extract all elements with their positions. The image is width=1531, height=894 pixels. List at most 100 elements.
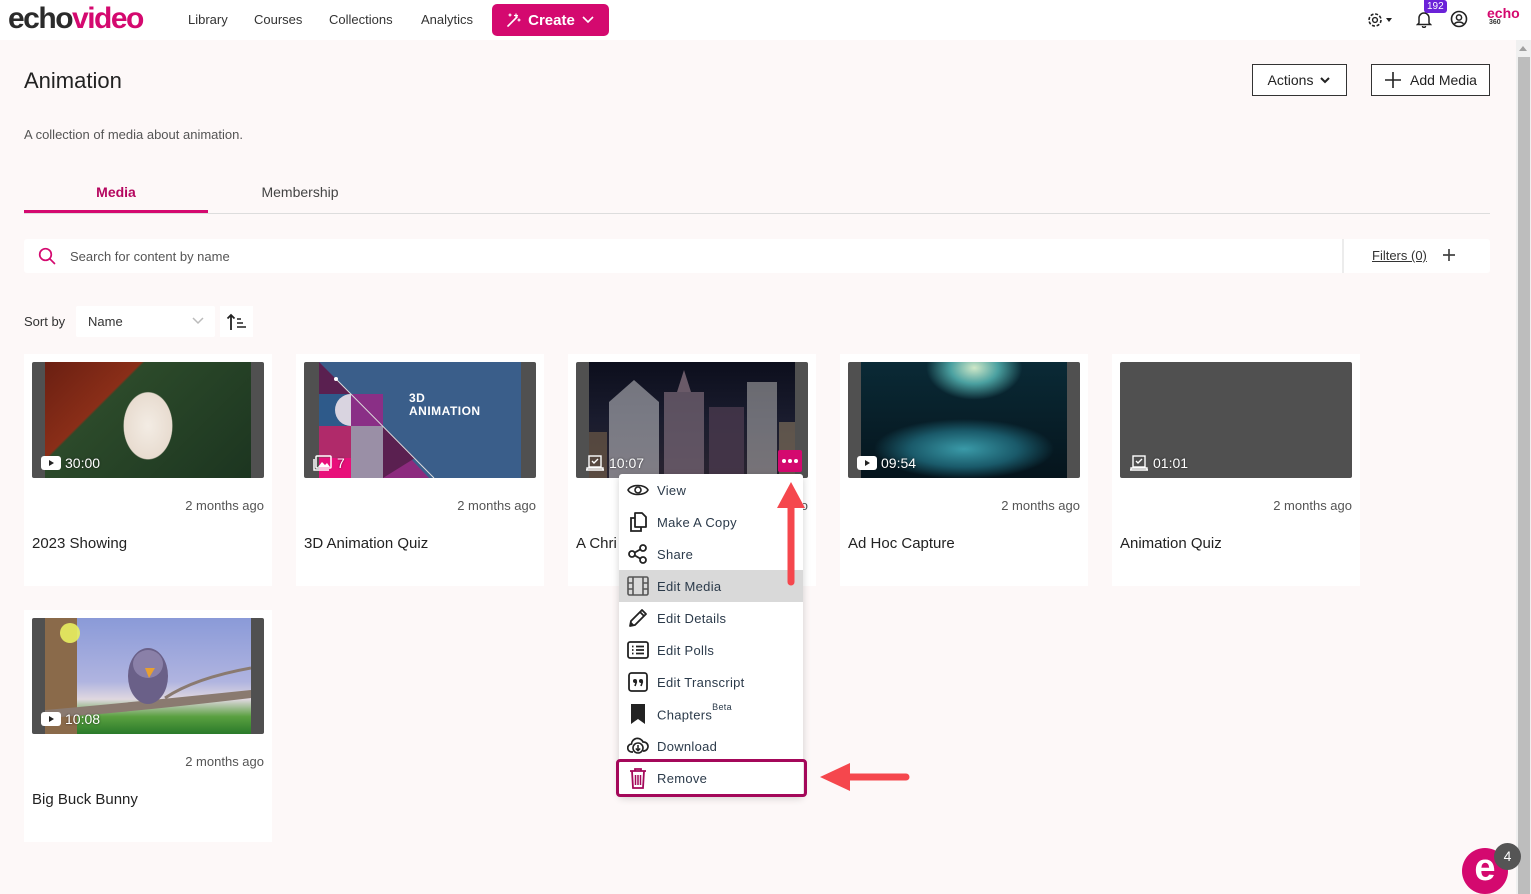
search-icon — [38, 247, 56, 265]
media-thumbnail[interactable]: 10:07 — [576, 362, 808, 478]
media-context-menu: View Make A Copy Share Edit Media Edit D… — [619, 474, 803, 796]
media-card[interactable]: 09:54 2 months ago Ad Hoc Capture — [840, 354, 1088, 586]
sort-select[interactable]: Name — [76, 306, 215, 337]
media-thumbnail[interactable]: 09:54 — [848, 362, 1080, 478]
tab-bar: Media Membership — [24, 176, 1490, 214]
duration-text: 30:00 — [65, 455, 101, 471]
capture-icon — [586, 455, 604, 471]
menu-item-make-a-copy[interactable]: Make A Copy — [619, 506, 803, 538]
video-play-icon — [41, 456, 61, 470]
menu-label: Edit Details — [657, 610, 727, 626]
create-button[interactable]: Create — [492, 4, 609, 36]
menu-item-edit-transcript[interactable]: Edit Transcript — [619, 666, 803, 698]
duration-text: 09:54 — [881, 455, 917, 471]
media-card[interactable]: 10:08 2 months ago Big Buck Bunny — [24, 610, 272, 842]
chevron-down-icon — [582, 16, 594, 24]
duration-text: 10:08 — [65, 711, 101, 727]
nav-analytics[interactable]: Analytics — [421, 12, 473, 27]
duration-overlay: 01:01 — [1129, 455, 1188, 471]
media-thumbnail[interactable]: 30:00 — [32, 362, 264, 478]
media-title[interactable]: A Chri — [576, 535, 617, 552]
search-bar: Filters (0) — [24, 239, 1490, 273]
nav-collections[interactable]: Collections — [329, 12, 393, 27]
chapters-label: Chapters — [657, 707, 713, 723]
copy-icon — [630, 512, 647, 532]
media-card[interactable]: 3D ANIMATION 7 2 months ago 3D Animation … — [296, 354, 544, 586]
user-profile-button[interactable] — [1450, 10, 1468, 33]
search-input[interactable] — [70, 239, 1340, 273]
menu-item-edit-media[interactable]: Edit Media — [619, 570, 803, 602]
tab-membership[interactable]: Membership — [208, 176, 392, 213]
media-title[interactable]: Animation Quiz — [1120, 535, 1222, 552]
more-options-button[interactable] — [778, 450, 802, 472]
plus-icon — [1385, 72, 1402, 88]
notification-badge: 192 — [1424, 0, 1447, 13]
dot-icon — [794, 459, 798, 463]
media-date: 2 months ago — [185, 498, 264, 513]
sort-ascending-icon — [226, 313, 246, 330]
menu-label: Download — [657, 738, 718, 754]
add-filter-plus-icon[interactable] — [1440, 246, 1458, 264]
echo360-logo[interactable]: echo 360 — [1487, 6, 1520, 27]
bookmark-icon — [631, 704, 645, 724]
media-date: 2 months ago — [1273, 498, 1352, 513]
chat-badge: 4 — [1494, 843, 1521, 870]
dot-icon — [788, 459, 792, 463]
echovideo-logo[interactable]: echovideo — [8, 2, 144, 36]
logo-echo: echo — [8, 2, 74, 35]
menu-item-download[interactable]: Download — [619, 730, 803, 762]
3d-animation-slide-image: 3D ANIMATION — [319, 362, 521, 478]
trash-icon — [630, 768, 646, 789]
media-card[interactable]: 01:01 2 months ago Animation Quiz — [1112, 354, 1360, 586]
share-icon — [628, 544, 647, 564]
actions-button[interactable]: Actions — [1252, 64, 1347, 96]
media-date: 2 months ago — [185, 754, 264, 769]
tab-media[interactable]: Media — [24, 176, 208, 213]
scroll-thumb[interactable] — [1518, 57, 1530, 894]
media-title[interactable]: Big Buck Bunny — [32, 791, 138, 808]
filters-link[interactable]: Filters (0) — [1372, 248, 1427, 263]
beta-superscript: Beta — [712, 701, 732, 712]
settings-menu[interactable] — [1366, 11, 1394, 34]
collection-description: A collection of media about animation. — [24, 127, 243, 142]
pencil-icon — [629, 609, 647, 627]
media-title[interactable]: Ad Hoc Capture — [848, 535, 955, 552]
slide-count-text: 7 — [337, 455, 345, 471]
media-thumbnail[interactable]: 10:08 — [32, 618, 264, 734]
add-media-button[interactable]: Add Media — [1371, 64, 1490, 96]
media-title[interactable]: 2023 Showing — [32, 535, 127, 552]
scroll-up-arrow-icon[interactable] — [1519, 46, 1527, 51]
menu-item-view[interactable]: View — [619, 474, 803, 506]
duration-overlay: 10:07 — [585, 455, 644, 471]
menu-label: Edit Transcript — [657, 674, 745, 690]
menu-item-edit-polls[interactable]: Edit Polls — [619, 634, 803, 666]
page-title: Animation — [24, 68, 122, 93]
media-thumbnail[interactable]: 01:01 — [1120, 362, 1352, 478]
nav-library[interactable]: Library — [188, 12, 228, 27]
media-date: 2 months ago — [1001, 498, 1080, 513]
sort-direction-button[interactable] — [220, 306, 253, 337]
menu-item-remove[interactable]: Remove — [619, 762, 803, 794]
page-scrollbar[interactable] — [1516, 40, 1531, 894]
media-thumbnail[interactable]: 3D ANIMATION 7 — [304, 362, 536, 478]
annotation-arrow-left — [820, 763, 910, 791]
duration-text: 10:07 — [609, 455, 645, 471]
menu-item-edit-details[interactable]: Edit Details — [619, 602, 803, 634]
menu-label: ChaptersBeta — [657, 702, 732, 723]
capture-icon — [1130, 455, 1148, 471]
duration-overlay: 10:08 — [41, 711, 100, 727]
menu-label: Edit Media — [657, 578, 722, 594]
duration-overlay: 7 — [313, 455, 345, 471]
sort-by-label: Sort by — [24, 314, 66, 329]
menu-item-share[interactable]: Share — [619, 538, 803, 570]
nav-courses[interactable]: Courses — [254, 12, 302, 27]
media-title[interactable]: 3D Animation Quiz — [304, 535, 428, 552]
sort-selected-value: Name — [88, 314, 123, 329]
menu-item-chapters[interactable]: ChaptersBeta — [619, 698, 803, 730]
menu-label: Share — [657, 546, 694, 562]
chevron-down-icon — [1320, 77, 1331, 84]
duration-overlay: 09:54 — [857, 455, 916, 471]
media-card[interactable]: 30:00 2 months ago 2023 Showing — [24, 354, 272, 586]
quote-icon — [628, 672, 648, 692]
notifications-button[interactable] — [1415, 10, 1433, 33]
